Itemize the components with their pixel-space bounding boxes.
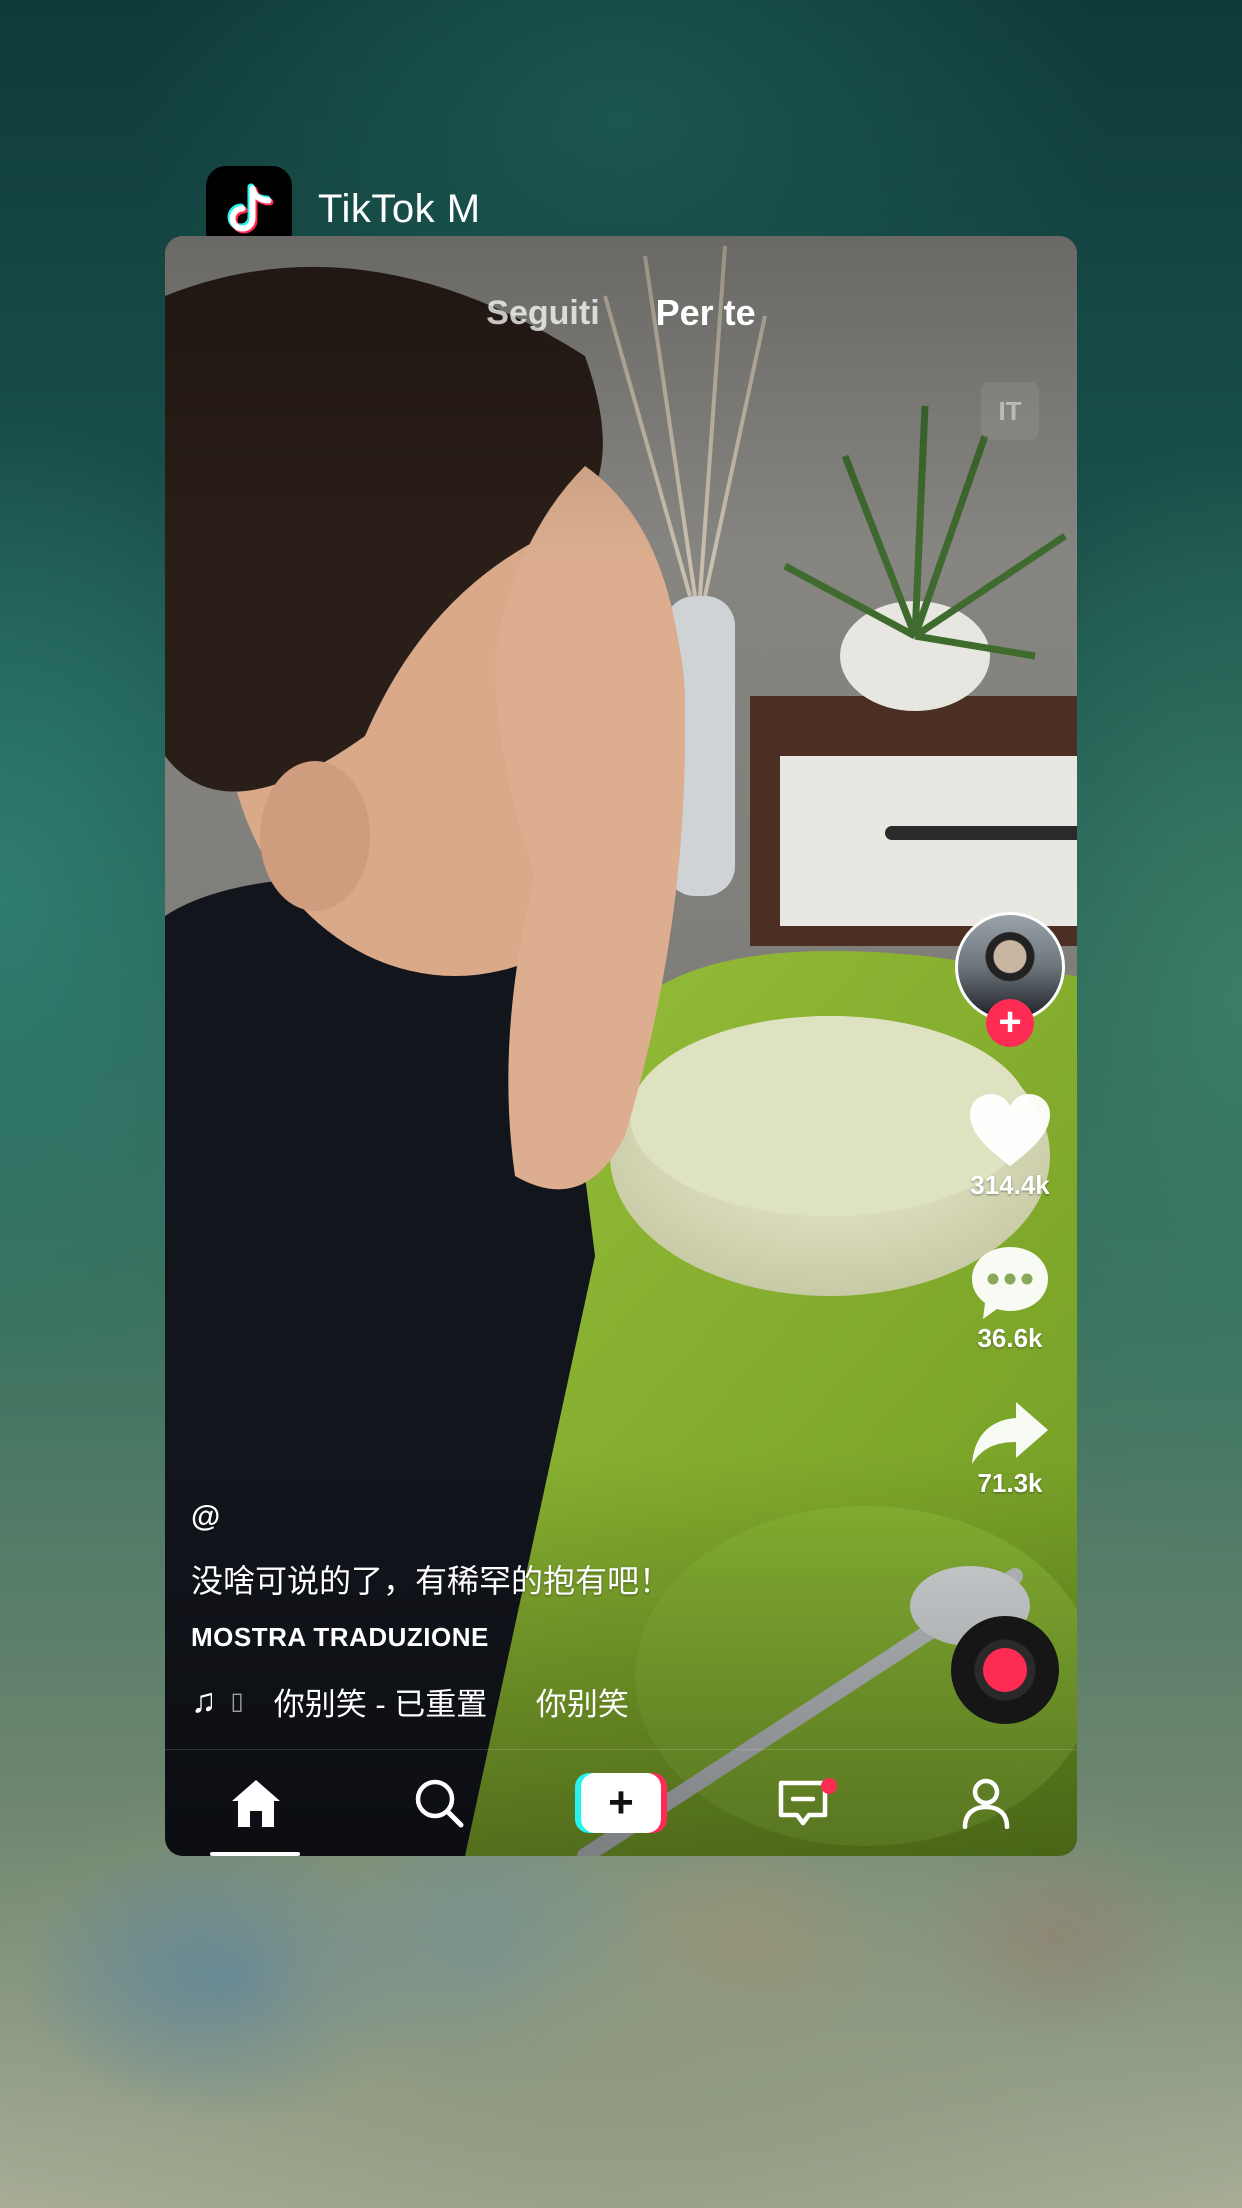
side-action-bar: + 314.4k 36.6k 71.3k (955, 912, 1065, 1499)
share-count: 71.3k (977, 1468, 1043, 1498)
music-title: 你别笑 - 已重置 你别笑 (274, 1679, 694, 1724)
share-button[interactable]: 71.3k (970, 1400, 1050, 1499)
nav-inbox[interactable] (743, 1750, 863, 1856)
app-name-label: TikTok M (318, 186, 481, 231)
plus-icon: + (580, 1773, 661, 1833)
bottom-nav: + (165, 1749, 1077, 1856)
comment-count: 36.6k (977, 1323, 1043, 1353)
music-title-repeat: 你别笑 (535, 1687, 629, 1722)
nav-create[interactable]: + (561, 1750, 681, 1856)
tab-for-you[interactable]: Per te (656, 292, 756, 334)
author-handle[interactable]: @ (191, 1500, 911, 1534)
share-arrow-icon (972, 1402, 1048, 1464)
music-note-icon: ♫ (191, 1682, 217, 1720)
create-button[interactable]: + (574, 1773, 667, 1833)
nav-profile[interactable] (926, 1750, 1046, 1856)
like-count: 314.4k (970, 1170, 1050, 1200)
post-info: @ 没啥可说的了，有稀罕的抱有吧！ MOSTRA TRADUZIONE ♫ ▯ … (191, 1500, 911, 1724)
home-icon (232, 1780, 281, 1827)
language-badge[interactable]: IT (981, 382, 1039, 440)
app-card-tiktok[interactable]: Seguiti Per te IT + 314.4k 36.6k 71.3k @… (165, 236, 1077, 1856)
feed-tabs: Seguiti Per te (165, 292, 1077, 334)
heart-icon (970, 1094, 1050, 1166)
profile-icon (962, 1778, 1009, 1829)
post-caption: 没啥可说的了，有稀罕的抱有吧！ (191, 1563, 672, 1599)
music-title-text: 你别笑 - 已重置 (273, 1687, 488, 1722)
comment-icon (972, 1247, 1048, 1319)
search-icon (415, 1779, 464, 1828)
music-row[interactable]: ♫ ▯ 你别笑 - 已重置 你别笑 (191, 1679, 911, 1724)
music-disc-icon (983, 1648, 1027, 1692)
music-disc[interactable] (951, 1616, 1059, 1724)
inbox-notification-dot (821, 1778, 838, 1794)
music-separator-icon: ▯ (230, 1688, 244, 1715)
like-button[interactable]: 314.4k (968, 1092, 1052, 1201)
nav-home[interactable] (196, 1750, 316, 1856)
creator-avatar[interactable]: + (955, 912, 1065, 1047)
tab-following[interactable]: Seguiti (486, 294, 599, 333)
comment-button[interactable]: 36.6k (969, 1243, 1051, 1354)
nav-discover[interactable] (379, 1750, 499, 1856)
show-translation-link[interactable]: MOSTRA TRADUZIONE (191, 1622, 911, 1653)
follow-plus-icon[interactable]: + (986, 999, 1034, 1047)
